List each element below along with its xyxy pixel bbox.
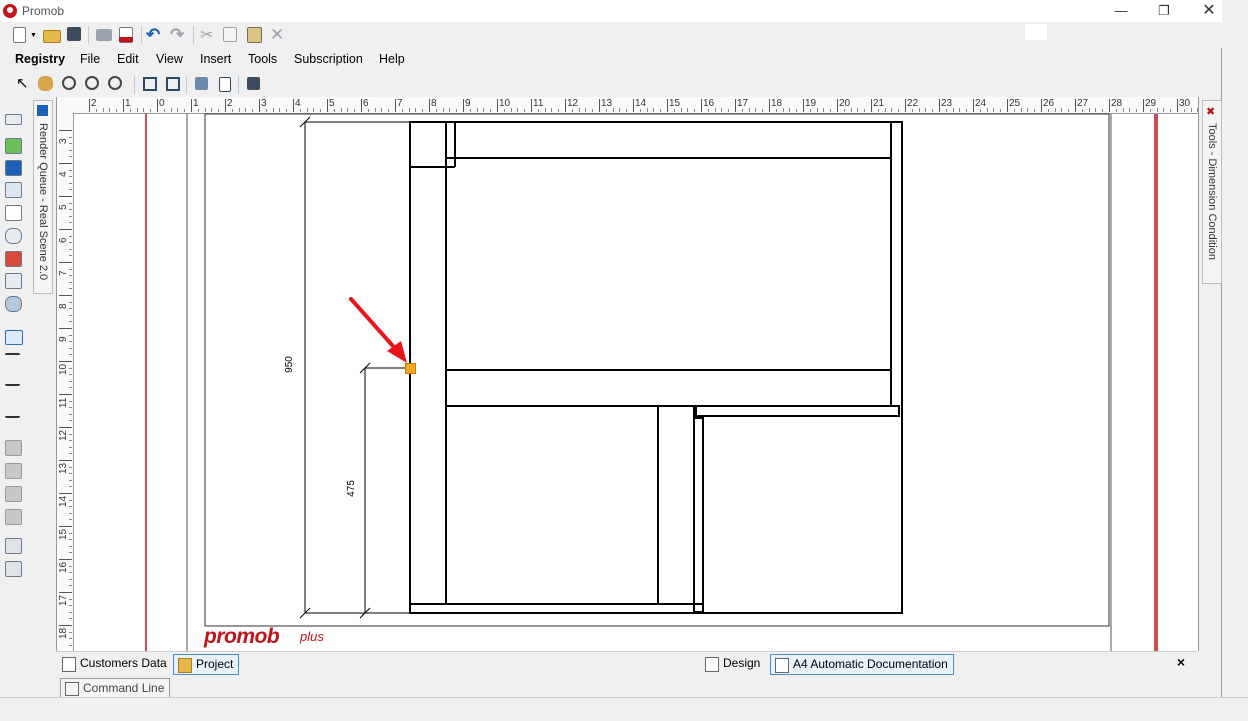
command-line-icon: [65, 682, 79, 696]
menu-insert[interactable]: Insert: [200, 52, 231, 66]
delete-icon[interactable]: ✕: [270, 25, 284, 45]
document-tabs: Customers Data Project Design A4 Automat…: [56, 651, 1197, 676]
undo-icon[interactable]: ↶: [146, 25, 160, 45]
tab-customers-data[interactable]: Customers Data: [58, 654, 172, 673]
angle-dimension-icon[interactable]: [5, 376, 20, 386]
tools-icon: ✖: [1206, 106, 1216, 118]
linear-dimension-icon[interactable]: [5, 330, 23, 345]
bring-front-icon[interactable]: [5, 538, 22, 554]
window-title: Promob: [22, 4, 65, 18]
select-arrow-icon[interactable]: ↖: [16, 74, 29, 92]
minimize-icon[interactable]: —: [1106, 2, 1136, 20]
list-tool-icon[interactable]: [5, 205, 22, 221]
fit-selection-icon[interactable]: [166, 77, 180, 91]
promob-logo-text: promob: [204, 625, 280, 648]
frame-tool-icon[interactable]: [5, 273, 22, 289]
zoom-in-icon[interactable]: [108, 76, 122, 90]
tab-customers-data-label: Customers Data: [80, 656, 167, 670]
align-center-icon[interactable]: [5, 486, 22, 502]
send-back-icon[interactable]: [5, 561, 22, 577]
text-tool-icon[interactable]: [5, 160, 22, 176]
group-icon[interactable]: [5, 440, 22, 456]
tab-a4-automatic-documentation[interactable]: A4 Automatic Documentation: [770, 654, 954, 675]
render-queue-side-tab[interactable]: Render Queue - Real Scene 2.0: [33, 100, 53, 294]
promob-logo-plus: plus: [300, 629, 324, 644]
symbol-tool-icon[interactable]: [5, 228, 22, 244]
new-file-icon[interactable]: [13, 27, 26, 43]
paste-icon[interactable]: [247, 27, 262, 43]
tab-design[interactable]: Design: [701, 654, 765, 673]
image-tool-icon[interactable]: [5, 138, 22, 154]
level-dimension-icon[interactable]: [5, 408, 20, 418]
dimension-condition-side-tab[interactable]: ✖ Tools - Dimension Condition: [1202, 100, 1222, 284]
folder-icon: [178, 658, 192, 673]
dimension-condition-label: Tools - Dimension Condition: [1206, 123, 1218, 260]
copy-icon[interactable]: [223, 27, 237, 42]
tab-design-label: Design: [723, 656, 761, 670]
menu-edit[interactable]: Edit: [117, 52, 139, 66]
menu-file[interactable]: File: [80, 52, 100, 66]
toolbar-blank-field: [1025, 24, 1047, 40]
drawing-workspace[interactable]: 2 1 0 1 2 3 4 5 6 7 8 9 10 11 12 13 14 15 16 17 18 19 20 21 22 23…: [56, 97, 1199, 651]
close-tab-icon[interactable]: ×: [1172, 654, 1190, 670]
open-folder-icon[interactable]: [43, 30, 61, 43]
dimension-total-label: 950: [283, 356, 295, 373]
command-line-label: Command Line: [83, 681, 165, 695]
menu-registry[interactable]: Registry: [15, 52, 65, 66]
paint-icon[interactable]: [247, 77, 260, 90]
design-icon: [705, 657, 719, 672]
drawing-canvas[interactable]: [57, 97, 1198, 651]
menu-bar: Registry File Edit View Insert Tools Sub…: [0, 48, 1222, 70]
aligned-dimension-icon[interactable]: [5, 353, 20, 361]
pan-hand-icon[interactable]: [38, 76, 53, 91]
status-bar: [0, 697, 1248, 721]
dimension-half-label: 475: [345, 480, 357, 497]
camera-view-icon[interactable]: [5, 182, 22, 198]
a4-document-icon: [775, 658, 789, 673]
pdf-icon[interactable]: [119, 27, 133, 43]
redo-icon[interactable]: ↷: [170, 25, 184, 45]
command-line-tab[interactable]: Command Line: [60, 678, 171, 699]
ungroup-icon[interactable]: [5, 463, 22, 479]
distribute-icon[interactable]: [5, 509, 22, 525]
new-file-dropdown-icon[interactable]: ▼: [30, 32, 37, 39]
render-icon[interactable]: [5, 251, 22, 267]
fit-page-icon[interactable]: [143, 77, 157, 91]
cabinet-elevation: [409, 121, 903, 614]
menu-subscription[interactable]: Subscription: [294, 52, 363, 66]
rectangle-tool-icon[interactable]: [5, 114, 22, 125]
render-queue-label: Render Queue - Real Scene 2.0: [37, 123, 49, 281]
standard-toolbar: ▼ ↶ ↷ ✂ ✕: [0, 22, 1222, 48]
red-pointer-arrow-icon: [349, 297, 407, 363]
dimension-lines: [299, 116, 410, 619]
menu-view[interactable]: View: [156, 52, 183, 66]
menu-help[interactable]: Help: [379, 52, 405, 66]
drawing-tools-toolbar: [0, 96, 32, 656]
cut-icon[interactable]: ✂: [200, 25, 213, 45]
close-icon[interactable]: ✕: [1194, 2, 1224, 20]
document-icon: [62, 657, 76, 672]
tab-project[interactable]: Project: [173, 654, 240, 675]
print-icon[interactable]: [96, 29, 112, 41]
tab-a4-label: A4 Automatic Documentation: [793, 657, 948, 671]
zoom-out-icon[interactable]: [85, 76, 99, 90]
menu-tools[interactable]: Tools: [248, 52, 277, 66]
title-bar: Promob — ❐ ✕: [0, 0, 1222, 22]
view-toolbar: ↖: [0, 72, 1222, 96]
zoom-window-icon[interactable]: [62, 76, 76, 90]
measure-icon[interactable]: [5, 296, 22, 312]
promob-logo-icon: [3, 4, 17, 18]
restore-icon[interactable]: ❐: [1149, 2, 1179, 20]
save-icon[interactable]: [67, 27, 81, 41]
render-queue-icon: [37, 105, 48, 116]
tab-project-label: Project: [196, 657, 234, 671]
layers-icon[interactable]: [195, 77, 208, 90]
page-icon[interactable]: [219, 77, 231, 92]
